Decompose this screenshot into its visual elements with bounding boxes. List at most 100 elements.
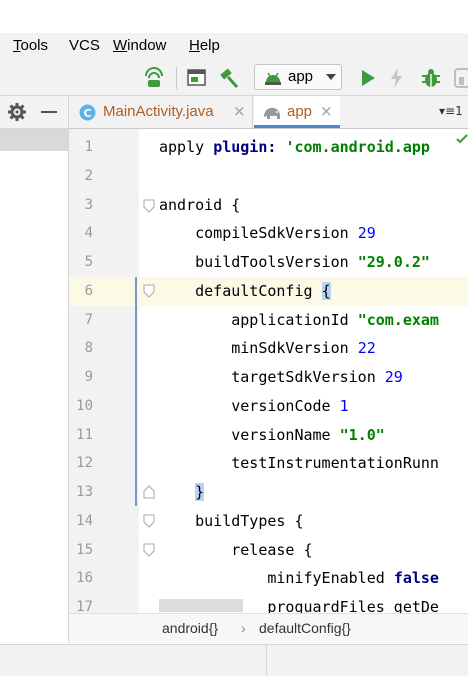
debug-icon[interactable] <box>421 67 441 89</box>
code-line[interactable]: versionCode 1 <box>159 396 349 415</box>
line-number[interactable]: 5 <box>69 254 93 270</box>
code-line[interactable]: targetSdkVersion 29 <box>159 368 403 386</box>
run-icon[interactable] <box>359 69 377 87</box>
code-token: testInstrumentationRunn <box>159 454 439 473</box>
breadcrumb: android{} › defaultConfig{} <box>69 613 468 644</box>
code-token: release { <box>159 540 313 559</box>
line-number[interactable]: 3 <box>69 197 93 213</box>
apply-changes-icon[interactable] <box>390 68 404 88</box>
fold-marker-icon[interactable] <box>143 199 155 213</box>
fold-marker-icon[interactable] <box>143 514 155 528</box>
code-token: compileSdkVersion <box>159 224 358 243</box>
code-line[interactable]: compileSdkVersion 29 <box>159 224 376 242</box>
layout-inspector-icon[interactable] <box>187 69 207 87</box>
fold-marker-icon[interactable] <box>143 284 155 298</box>
minimize-icon[interactable] <box>41 111 57 113</box>
android-device-icon[interactable] <box>143 67 165 89</box>
menu-window[interactable]: Window <box>113 37 166 54</box>
main-toolbar: app <box>0 61 468 96</box>
line-number[interactable]: 8 <box>69 340 93 356</box>
code-token-brace: } <box>195 483 205 501</box>
code-line[interactable]: buildToolsVersion "29.0.2" <box>159 253 430 271</box>
window-top-strip <box>0 0 468 33</box>
code-token: versionName <box>159 425 340 444</box>
code-token-brace: { <box>321 281 331 300</box>
svg-text:C: C <box>83 107 91 120</box>
line-number[interactable]: 13 <box>69 484 93 500</box>
code-token-kw: plugin: <box>213 138 277 156</box>
code-token-str: 'com.android.app <box>285 138 430 156</box>
breadcrumb-default-config[interactable]: defaultConfig{} <box>259 620 351 636</box>
project-tree-selected-row[interactable] <box>0 129 68 151</box>
code-line[interactable]: versionName "1.0" <box>159 426 385 444</box>
code-line[interactable]: applicationId "com.exam <box>159 311 439 329</box>
code-line[interactable]: minifyEnabled false <box>159 569 439 587</box>
android-app-icon <box>265 72 281 85</box>
code-line[interactable]: android { <box>159 196 240 214</box>
code-token-str: "29.0.2" <box>357 253 430 271</box>
code-line[interactable]: defaultConfig { <box>159 281 331 300</box>
code-line[interactable]: release { <box>159 540 313 559</box>
line-number[interactable]: 15 <box>69 542 93 558</box>
code-token: android { <box>159 195 241 214</box>
fold-marker-icon[interactable] <box>143 543 155 557</box>
line-number[interactable]: 11 <box>69 427 93 443</box>
window-bottom-strip <box>0 676 468 688</box>
tab-main-activity-label: MainActivity.java <box>103 103 214 120</box>
line-number[interactable]: 16 <box>69 570 93 586</box>
code-token-num: 1 <box>339 396 349 415</box>
code-line[interactable]: apply plugin: 'com.android.app <box>159 138 430 156</box>
close-icon[interactable]: × <box>233 102 246 120</box>
code-line[interactable]: } <box>159 483 205 501</box>
menu-vcs[interactable]: VCS <box>69 37 100 54</box>
tab-app-label: app <box>287 103 313 120</box>
status-bar-divider <box>266 644 267 676</box>
fold-end-marker-icon[interactable] <box>143 485 155 499</box>
code-token: apply <box>159 138 214 156</box>
code-line[interactable]: buildTypes { <box>159 511 304 530</box>
gear-icon[interactable] <box>8 103 26 121</box>
code-line[interactable]: minSdkVersion 22 <box>159 339 376 357</box>
code-token-num: 22 <box>357 339 376 358</box>
code-token-str: "com.exam <box>357 310 439 329</box>
menu-tools[interactable]: Tools <box>13 37 48 54</box>
code-token: minifyEnabled <box>159 569 394 588</box>
inspection-ok-icon[interactable] <box>456 134 468 144</box>
run-config-label: app <box>288 68 314 85</box>
code-token: minSdkVersion <box>159 339 358 358</box>
run-config-select[interactable]: app <box>254 64 342 90</box>
line-number[interactable]: 2 <box>69 168 93 184</box>
profile-icon[interactable] <box>454 68 468 88</box>
project-panel <box>0 96 69 643</box>
line-number[interactable]: 7 <box>69 312 93 328</box>
tab-main-activity[interactable]: C MainActivity.java × <box>69 96 253 128</box>
horizontal-scrollbar[interactable] <box>159 599 243 612</box>
breadcrumb-android[interactable]: android{} <box>162 620 218 636</box>
code-line[interactable]: testInstrumentationRunn <box>159 454 439 472</box>
build-hammer-icon[interactable] <box>218 67 240 89</box>
menu-help[interactable]: Help <box>189 37 220 54</box>
code-token-str: "1.0" <box>339 425 385 444</box>
code-token: targetSdkVersion <box>159 368 385 386</box>
line-number[interactable]: 9 <box>69 369 93 385</box>
menu-bar: Tools VCS Window Help <box>0 33 468 61</box>
line-number[interactable]: 4 <box>69 225 93 241</box>
line-number[interactable]: 6 <box>69 283 93 299</box>
breadcrumb-separator: › <box>241 620 246 636</box>
tab-app-gradle[interactable]: app × <box>254 96 340 128</box>
java-class-icon: C <box>79 104 96 121</box>
code-token: buildTypes { <box>159 511 304 530</box>
code-token: defaultConfig <box>159 281 322 300</box>
code-token: applicationId <box>159 310 358 329</box>
line-number[interactable]: 1 <box>69 139 93 155</box>
gradle-elephant-icon <box>264 107 280 119</box>
toolbar-separator <box>176 67 177 89</box>
editor-tab-bar: C MainActivity.java × app × ▾≡1 <box>69 96 468 129</box>
close-icon[interactable]: × <box>320 102 333 120</box>
tab-overflow-menu[interactable]: ▾≡1 <box>439 104 463 118</box>
chevron-down-icon <box>326 74 336 80</box>
code-token-num: 29 <box>357 224 376 243</box>
line-number[interactable]: 14 <box>69 513 93 529</box>
line-number[interactable]: 12 <box>69 455 93 471</box>
line-number[interactable]: 10 <box>69 398 93 414</box>
